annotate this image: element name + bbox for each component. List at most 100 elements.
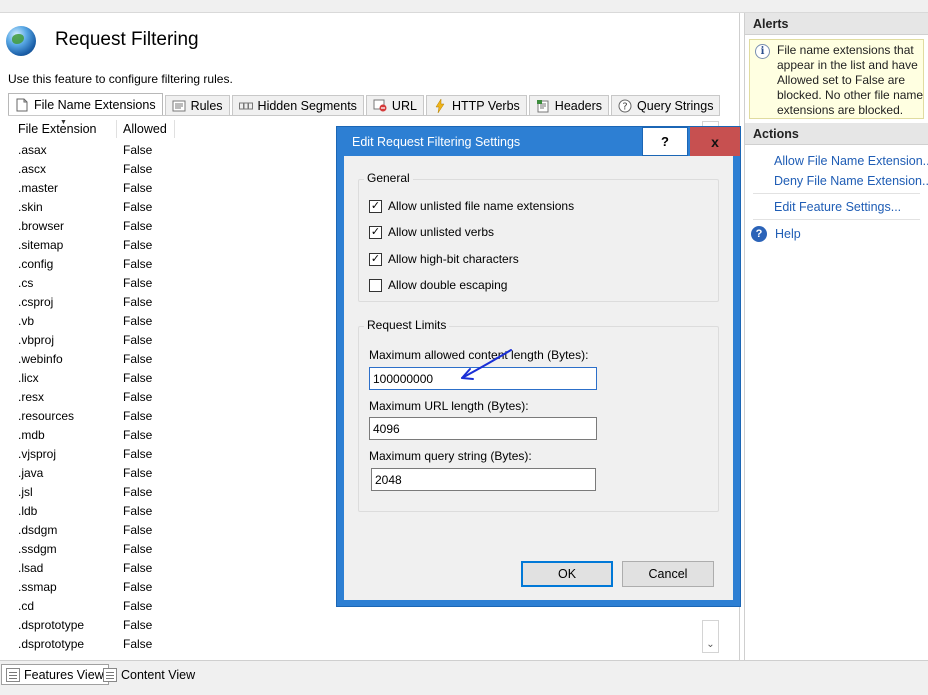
tab-label: URL bbox=[391, 98, 417, 113]
tab-query-strings[interactable]: ? Query Strings bbox=[611, 95, 721, 115]
features-view-icon bbox=[6, 667, 20, 682]
column-header-file-extension[interactable]: ▼ File Extension bbox=[12, 119, 117, 138]
column-header-allowed[interactable]: Allowed bbox=[117, 120, 175, 138]
dialog-help-button[interactable]: ? bbox=[642, 127, 688, 156]
edit-feature-settings-link[interactable]: Edit Feature Settings... bbox=[745, 197, 928, 217]
features-view-tab[interactable]: Features View bbox=[1, 664, 109, 685]
checkbox-box[interactable]: ✓ bbox=[369, 199, 382, 213]
extension-cell: .cs bbox=[18, 275, 34, 290]
table-row[interactable]: .resx False bbox=[12, 387, 342, 406]
extension-cell: .java bbox=[18, 465, 44, 480]
extension-cell: .mdb bbox=[18, 427, 45, 442]
help-link[interactable]: ? Help bbox=[745, 223, 928, 245]
max-url-length-label: Maximum URL length (Bytes): bbox=[369, 399, 529, 413]
check-icon: ✓ bbox=[370, 252, 381, 265]
table-row[interactable]: .master False bbox=[12, 178, 342, 197]
table-row[interactable]: .config False bbox=[12, 254, 342, 273]
ok-button[interactable]: OK bbox=[521, 561, 613, 587]
tab-label: Rules bbox=[190, 98, 223, 113]
dialog-title: Edit Request Filtering Settings bbox=[352, 135, 521, 149]
table-row[interactable]: .vbproj False bbox=[12, 330, 342, 349]
tab-label: Query Strings bbox=[637, 98, 714, 113]
allowed-cell: False bbox=[123, 142, 153, 157]
tab-label: Headers bbox=[554, 98, 603, 113]
allowed-cell: False bbox=[123, 237, 153, 252]
deny-extension-link[interactable]: Deny File Name Extension... bbox=[745, 171, 928, 191]
dialog-titlebar[interactable]: Edit Request Filtering Settings ? x bbox=[337, 127, 740, 156]
tab-file-name-extensions[interactable]: File Name Extensions bbox=[8, 93, 163, 115]
table-row[interactable]: .dsdgm False bbox=[12, 520, 342, 539]
checkbox-box[interactable] bbox=[369, 278, 382, 292]
allow-unlisted-extensions-checkbox[interactable]: ✓ Allow unlisted file name extensions bbox=[369, 199, 574, 213]
table-row[interactable]: .ldb False bbox=[12, 501, 342, 520]
table-row[interactable]: .ascx False bbox=[12, 159, 342, 178]
allow-high-bit-checkbox[interactable]: ✓ Allow high-bit characters bbox=[369, 252, 519, 266]
allow-double-escaping-checkbox[interactable]: Allow double escaping bbox=[369, 278, 507, 292]
table-row[interactable]: .lsad False bbox=[12, 558, 342, 577]
max-query-string-input[interactable]: 2048 bbox=[371, 468, 596, 491]
top-strip bbox=[0, 0, 928, 13]
cancel-button[interactable]: Cancel bbox=[622, 561, 714, 587]
separator bbox=[753, 219, 920, 220]
page-title: Request Filtering bbox=[55, 29, 199, 50]
actions-pane: Alerts i File name extensions that appea… bbox=[744, 13, 928, 660]
max-content-length-input[interactable]: 100000000 bbox=[369, 367, 597, 390]
table-row[interactable]: .webinfo False bbox=[12, 349, 342, 368]
extension-cell: .browser bbox=[18, 218, 65, 233]
dialog-close-button[interactable]: x bbox=[690, 127, 740, 156]
alert-box: i File name extensions that appear in th… bbox=[749, 39, 924, 119]
table-row[interactable]: .asax False bbox=[12, 140, 342, 159]
edit-request-filtering-dialog: Edit Request Filtering Settings ? x Gene… bbox=[336, 126, 741, 607]
table-row[interactable]: .dsprototype False bbox=[12, 634, 342, 652]
checkbox-box[interactable]: ✓ bbox=[369, 225, 382, 239]
tab-http-verbs[interactable]: HTTP Verbs bbox=[425, 95, 527, 115]
table-row[interactable]: .resources False bbox=[12, 406, 342, 425]
extension-list: .asax False .ascx False .master False .skin Fal… bbox=[12, 140, 342, 652]
extension-cell: .webinfo bbox=[18, 351, 63, 366]
table-row[interactable]: .vb False bbox=[12, 311, 342, 330]
headers-icon bbox=[536, 99, 550, 113]
table-row[interactable]: .browser False bbox=[12, 216, 342, 235]
table-row[interactable]: .vjsproj False bbox=[12, 444, 342, 463]
list-header: ▼ File Extension Allowed bbox=[12, 119, 175, 138]
rules-icon bbox=[172, 99, 186, 113]
tab-hidden-segments[interactable]: Hidden Segments bbox=[231, 95, 364, 115]
allowed-cell: False bbox=[123, 617, 153, 632]
allowed-cell: False bbox=[123, 522, 153, 537]
extension-cell: .vbproj bbox=[18, 332, 55, 347]
extension-cell: .ssmap bbox=[18, 579, 57, 594]
dialog-body: General ✓ Allow unlisted file name exten… bbox=[344, 156, 733, 600]
scroll-down-button[interactable]: ⌄ bbox=[702, 620, 719, 653]
check-icon: ✓ bbox=[370, 225, 381, 238]
max-url-length-input[interactable]: 4096 bbox=[369, 417, 597, 440]
allow-unlisted-verbs-checkbox[interactable]: ✓ Allow unlisted verbs bbox=[369, 225, 494, 239]
table-row[interactable]: .cs False bbox=[12, 273, 342, 292]
checkbox-box[interactable]: ✓ bbox=[369, 252, 382, 266]
tab-url[interactable]: URL bbox=[365, 95, 424, 115]
table-row[interactable]: .dsprototype False bbox=[12, 615, 342, 634]
separator bbox=[753, 193, 920, 194]
blocked-url-icon bbox=[373, 99, 387, 113]
table-row[interactable]: .java False bbox=[12, 463, 342, 482]
table-row[interactable]: .licx False bbox=[12, 368, 342, 387]
tab-rules[interactable]: Rules bbox=[164, 95, 230, 115]
table-row[interactable]: .jsl False bbox=[12, 482, 342, 501]
table-row[interactable]: .ssmap False bbox=[12, 577, 342, 596]
request-limits-group: Request Limits Maximum allowed content l… bbox=[358, 318, 719, 512]
table-row[interactable]: .csproj False bbox=[12, 292, 342, 311]
content-view-tab[interactable]: Content View bbox=[99, 664, 199, 685]
allow-extension-link[interactable]: Allow File Name Extension... bbox=[745, 151, 928, 171]
close-icon: x bbox=[711, 133, 719, 150]
tab-divider bbox=[8, 115, 720, 116]
table-row[interactable]: .sitemap False bbox=[12, 235, 342, 254]
allowed-cell: False bbox=[123, 598, 153, 613]
table-row[interactable]: .skin False bbox=[12, 197, 342, 216]
globe-icon bbox=[6, 26, 36, 56]
table-row[interactable]: .mdb False bbox=[12, 425, 342, 444]
alert-text: File name extensions that appear in the … bbox=[777, 43, 924, 117]
table-row[interactable]: .ssdgm False bbox=[12, 539, 342, 558]
table-row[interactable]: .cd False bbox=[12, 596, 342, 615]
allowed-cell: False bbox=[123, 541, 153, 556]
allowed-cell: False bbox=[123, 351, 153, 366]
tab-headers[interactable]: Headers bbox=[528, 95, 610, 115]
